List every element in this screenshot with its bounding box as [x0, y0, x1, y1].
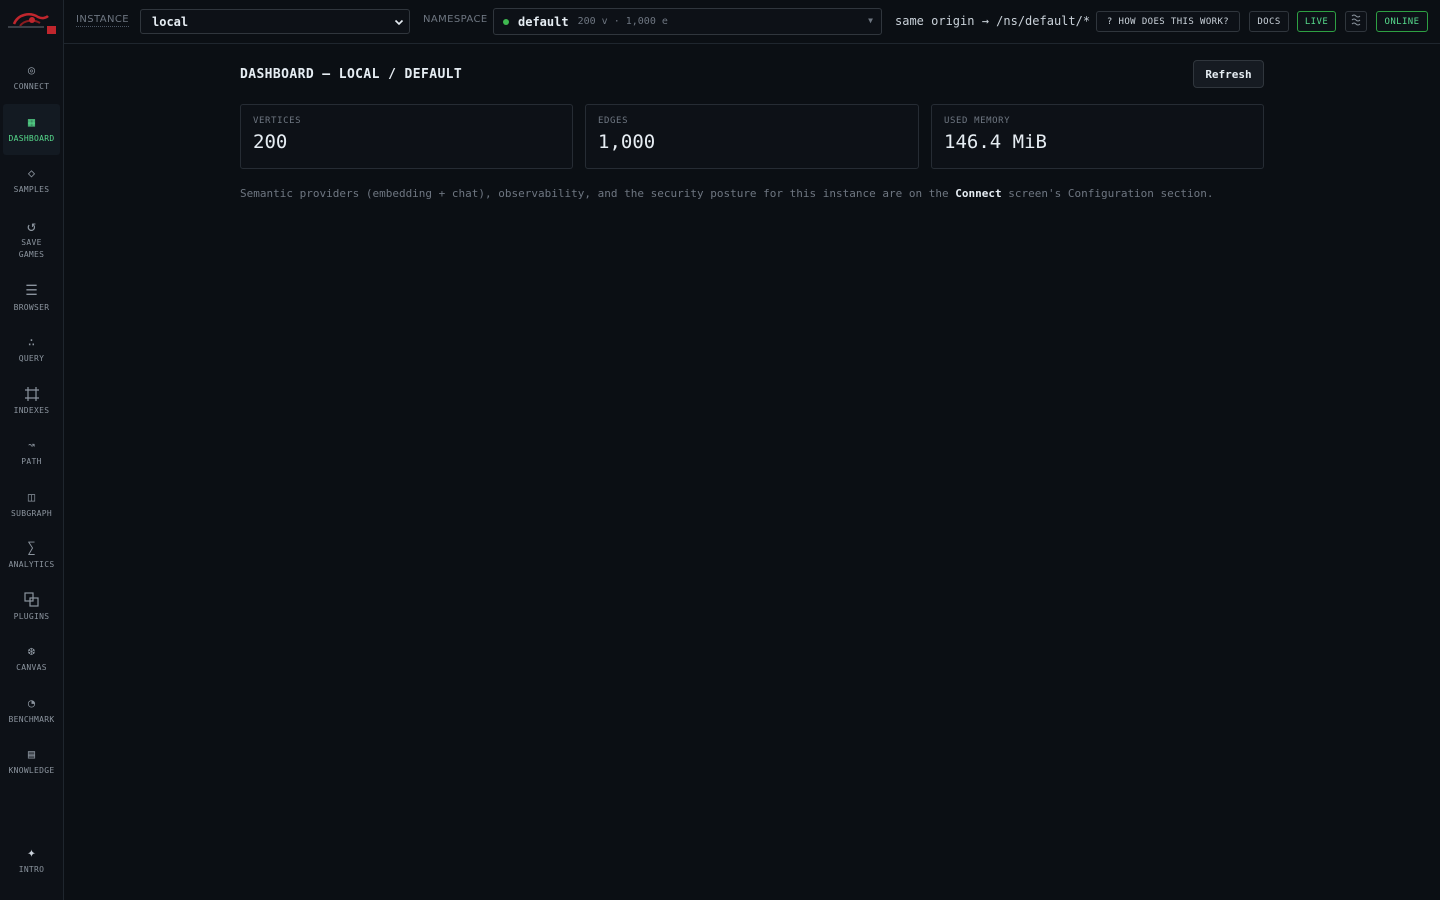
note-text: Semantic providers (embedding + chat), o… [240, 187, 956, 200]
sidebar: ◎ CONNECT ▦ DASHBOARD ◇ SAMPLES ↺ SAVE G… [0, 0, 64, 900]
card-value: 1,000 [598, 131, 656, 153]
page-title: DASHBOARD — LOCAL / DEFAULT [240, 67, 463, 82]
app-logo[interactable] [6, 8, 58, 36]
target-icon: ◎ [27, 63, 36, 78]
live-toggle[interactable]: LIVE [1297, 11, 1336, 32]
namespace-label: NAMESPACE [423, 14, 488, 25]
gauge-icon: ◔ [27, 695, 36, 710]
sidebar-item-label: BENCHMARK [8, 714, 55, 724]
docs-button[interactable]: DOCS [1249, 11, 1289, 32]
card-value: 200 [253, 131, 288, 153]
configuration-note: Semantic providers (embedding + chat), o… [240, 185, 1250, 203]
sidebar-item-subgraph[interactable]: ◫ SUBGRAPH [0, 479, 63, 531]
snowflake-icon: ❆ [27, 644, 36, 659]
instance-label: INSTANCE [76, 14, 129, 27]
sidebar-item-label: BROWSER [13, 302, 50, 312]
refresh-icon: ↺ [26, 217, 37, 235]
vertices-card: VERTICES 200 [240, 104, 573, 169]
grid-icon: ▦ [27, 114, 36, 129]
sidebar-item-label: INTRO [18, 865, 45, 874]
sidebar-item-label: CANVAS [16, 663, 47, 673]
sidebar-item-canvas[interactable]: ❆ CANVAS [0, 633, 63, 685]
sidebar-item-benchmark[interactable]: ◔ BENCHMARK [0, 685, 63, 737]
frame-icon [24, 386, 39, 402]
sidebar-item-label: PATH [21, 457, 42, 467]
sidebar-item-label: SAMPLES [13, 185, 50, 195]
dots-icon: ∴ [27, 335, 36, 350]
status-dot-icon [503, 18, 509, 25]
sidebar-item-dashboard[interactable]: ▦ DASHBOARD [3, 103, 60, 155]
note-text: screen's Configuration section. [1001, 187, 1214, 200]
sidebar-item-label: INDEXES [13, 405, 50, 415]
instance-select[interactable]: local [140, 9, 410, 34]
sidebar-item-label: ANALYTICS [8, 560, 55, 570]
sidebar-item-samples[interactable]: ◇ SAMPLES [0, 155, 63, 207]
used-memory-card: USED MEMORY 146.4 MiB [931, 104, 1264, 169]
sidebar-item-indexes[interactable]: INDEXES [0, 376, 63, 428]
sidebar-item-plugins[interactable]: PLUGINS [0, 582, 63, 634]
top-bar: INSTANCE local NAMESPACE default 200 v ·… [64, 0, 1440, 44]
sidebar-item-label: PLUGINS [13, 611, 50, 621]
card-value: 146.4 MiB [944, 131, 1047, 153]
card-label: USED MEMORY [944, 116, 1011, 126]
main-content: DASHBOARD — LOCAL / DEFAULT Refresh VERT… [64, 44, 1440, 900]
sidebar-nav: ◎ CONNECT ▦ DASHBOARD ◇ SAMPLES ↺ SAVE G… [0, 52, 63, 788]
sigma-icon: ∑ [27, 540, 36, 557]
namespace-meta: 200 v · 1,000 e [577, 16, 668, 27]
card-label: VERTICES [253, 116, 302, 126]
sidebar-item-browser[interactable]: ☰ BROWSER [0, 273, 63, 325]
refresh-button[interactable]: Refresh [1193, 60, 1264, 88]
sidebar-item-query[interactable]: ∴ QUERY [0, 324, 63, 376]
sidebar-item-path[interactable]: ↝ PATH [0, 427, 63, 479]
diamond-icon: ◇ [27, 166, 36, 181]
signal-button[interactable] [1345, 11, 1367, 32]
sidebar-item-label: QUERY [18, 354, 45, 364]
plugins-icon [24, 592, 39, 608]
caret-down-icon: ▼ [868, 16, 873, 25]
connect-link[interactable]: Connect [955, 187, 1001, 200]
namespace-select[interactable]: default 200 v · 1,000 e ▼ [493, 8, 882, 35]
sparkle-icon: ✦ [27, 845, 36, 861]
sidebar-item-intro[interactable]: ✦ INTRO [0, 845, 63, 885]
sidebar-item-save-games[interactable]: ↺ SAVE GAMES [0, 207, 63, 273]
namespace-name: default [518, 14, 569, 29]
sidebar-item-label: CONNECT [13, 82, 50, 92]
how-it-works-button[interactable]: ? HOW DOES THIS WORK? [1096, 11, 1240, 32]
sidebar-item-analytics[interactable]: ∑ ANALYTICS [0, 530, 63, 582]
squiggle-icon: ↝ [27, 438, 36, 453]
instance-value: local [152, 14, 189, 29]
list-icon: ☰ [25, 282, 38, 299]
sidebar-item-label: SUBGRAPH [11, 508, 52, 518]
origin-route: same origin → /ns/default/* [895, 14, 1091, 28]
chevron-down-icon [394, 16, 404, 30]
sidebar-item-label: KNOWLEDGE [8, 766, 55, 776]
edges-card: EDGES 1,000 [585, 104, 919, 169]
card-label: EDGES [598, 116, 629, 126]
subgraph-icon: ◫ [27, 489, 36, 504]
online-status-badge: ONLINE [1376, 11, 1428, 32]
book-icon: ▤ [27, 747, 36, 762]
sidebar-item-knowledge[interactable]: ▤ KNOWLEDGE [0, 736, 63, 788]
sidebar-item-label: SAVE GAMES [18, 238, 45, 259]
signal-icon [1351, 14, 1361, 29]
sidebar-item-label: DASHBOARD [8, 133, 55, 143]
sidebar-item-connect[interactable]: ◎ CONNECT [0, 52, 63, 104]
